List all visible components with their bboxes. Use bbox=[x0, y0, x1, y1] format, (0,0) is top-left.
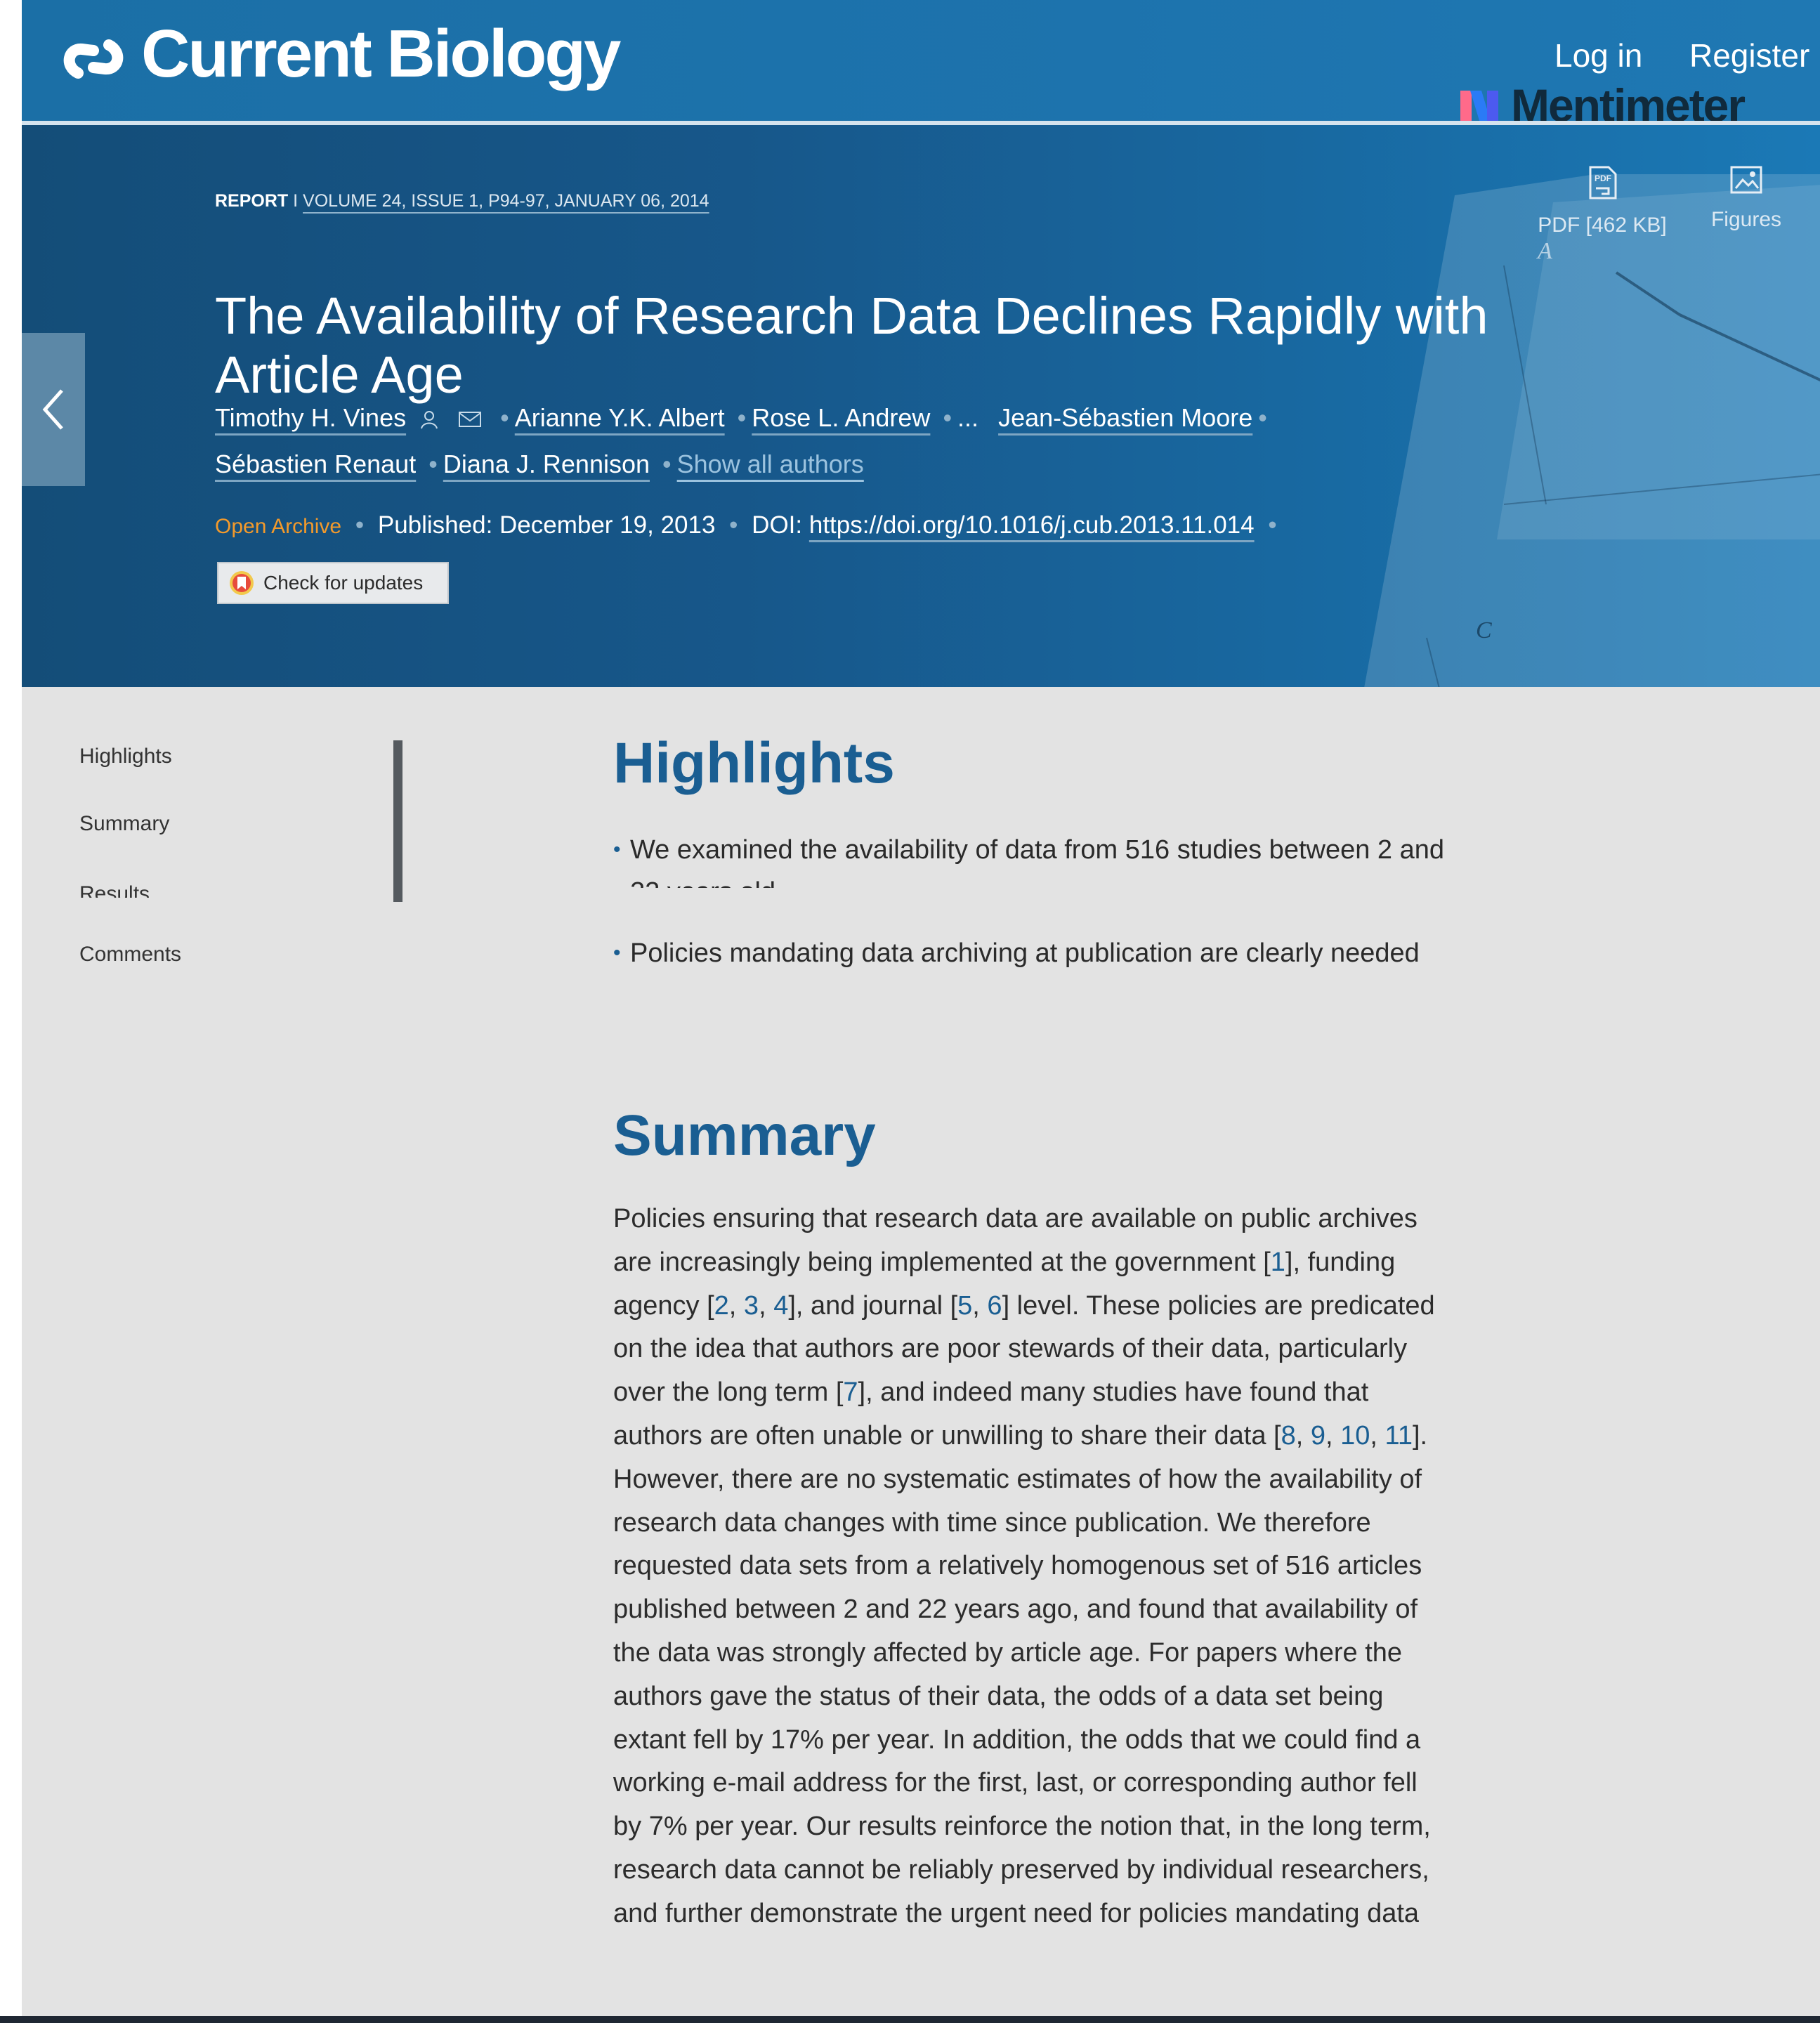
reference-link[interactable]: 1 bbox=[1271, 1248, 1285, 1277]
reference-link[interactable]: 10 bbox=[1340, 1421, 1370, 1451]
reference-link[interactable]: 4 bbox=[773, 1291, 788, 1321]
show-all-authors-link[interactable]: Show all authors bbox=[677, 450, 864, 478]
previous-article-button[interactable] bbox=[22, 333, 85, 486]
pdf-download-button[interactable]: PDF PDF [462 KB] bbox=[1525, 164, 1680, 237]
current-biology-logo-icon[interactable] bbox=[58, 24, 129, 94]
author-separator: • bbox=[1258, 403, 1267, 432]
article-banner: A C REPORT I VOLUME 24, ISSUE 1, P94-97,… bbox=[22, 125, 1820, 687]
author-separator: • bbox=[428, 450, 438, 478]
volume-info-link[interactable]: VOLUME 24, ISSUE 1, P94-97, JANUARY 06, … bbox=[303, 191, 709, 211]
doi-link[interactable]: https://doi.org/10.1016/j.cub.2013.11.01… bbox=[809, 511, 1255, 539]
summary-heading: Summary bbox=[613, 1104, 876, 1167]
author-separator: • bbox=[500, 403, 509, 432]
published-date: Published: December 19, 2013 bbox=[377, 511, 716, 539]
toc-item-highlights[interactable]: Highlights bbox=[79, 745, 172, 768]
toc-item-summary[interactable]: Summary bbox=[79, 812, 169, 836]
toc-progress-indicator bbox=[393, 740, 402, 902]
highlights-heading: Highlights bbox=[613, 731, 895, 795]
open-archive-badge: Open Archive bbox=[215, 515, 342, 538]
article-title: The Availability of Research Data Declin… bbox=[215, 286, 1488, 404]
envelope-icon[interactable] bbox=[458, 410, 482, 428]
info-separator: • bbox=[729, 511, 738, 539]
publication-info: Open Archive • Published: December 19, 2… bbox=[215, 511, 1284, 539]
reference-link[interactable]: 2 bbox=[714, 1291, 729, 1321]
chevron-left-icon bbox=[42, 389, 63, 430]
login-link[interactable]: Log in bbox=[1554, 37, 1642, 74]
check-for-updates-label: Check for updates bbox=[263, 572, 424, 594]
bookmark-badge-icon bbox=[230, 571, 254, 595]
figures-label: Figures bbox=[1710, 208, 1782, 231]
author-link[interactable]: Arianne Y.K. Albert bbox=[515, 403, 725, 432]
toc-item-comments[interactable]: Comments bbox=[79, 943, 181, 967]
article-type: REPORT bbox=[215, 191, 289, 211]
reference-link[interactable]: 3 bbox=[744, 1291, 759, 1321]
pdf-file-icon: PDF bbox=[1589, 166, 1617, 199]
site-header: Current Biology Log in Register Mentimet… bbox=[22, 0, 1820, 131]
figure-background-graphic: A C bbox=[1364, 174, 1820, 687]
person-icon[interactable] bbox=[419, 409, 440, 430]
mentimeter-logo-icon bbox=[1460, 91, 1498, 123]
author-separator: • bbox=[662, 450, 672, 478]
summary-paragraph: Policies ensuring that research data are… bbox=[613, 1204, 1435, 1928]
author-list: Timothy H. Vines • Arianne Y.K. Albert • R… bbox=[215, 395, 1339, 487]
register-link[interactable]: Register bbox=[1689, 37, 1809, 74]
author-link[interactable]: Sébastien Renaut bbox=[215, 450, 416, 478]
author-link[interactable]: Jean-Sébastien Moore bbox=[998, 403, 1252, 432]
author-separator: • bbox=[737, 403, 747, 432]
svg-text:PDF: PDF bbox=[1595, 174, 1611, 183]
highlight-item: We examined the availability of data fro… bbox=[613, 829, 1456, 888]
meta-divider: I bbox=[293, 191, 299, 211]
author-link[interactable]: Rose L. Andrew bbox=[752, 403, 930, 432]
reference-link[interactable]: 11 bbox=[1385, 1421, 1413, 1451]
article-meta: REPORT I VOLUME 24, ISSUE 1, P94-97, JAN… bbox=[215, 191, 709, 211]
reference-link[interactable]: 8 bbox=[1281, 1421, 1296, 1451]
info-separator: • bbox=[1268, 511, 1277, 539]
journal-name[interactable]: Current Biology bbox=[141, 15, 621, 93]
figure-label-a: A bbox=[1536, 238, 1552, 264]
pdf-label: PDF [462 KB] bbox=[1538, 214, 1667, 237]
reference-link[interactable]: 6 bbox=[987, 1291, 1002, 1321]
figure-label-c: C bbox=[1476, 617, 1492, 643]
figures-button[interactable]: Figures bbox=[1687, 164, 1806, 232]
article-page: Current Biology Log in Register Mentimet… bbox=[22, 0, 1820, 2016]
author-link[interactable]: Diana J. Rennison bbox=[443, 450, 650, 478]
reference-link[interactable]: 9 bbox=[1311, 1421, 1325, 1451]
reference-link[interactable]: 5 bbox=[957, 1291, 972, 1321]
highlight-item: Policies mandating data archiving at pub… bbox=[613, 932, 1456, 974]
image-icon bbox=[1730, 166, 1762, 194]
author-separator: • bbox=[943, 403, 952, 432]
reference-link[interactable]: 7 bbox=[843, 1377, 858, 1407]
doi-label: DOI: bbox=[752, 511, 803, 539]
author-ellipsis: ... bbox=[957, 403, 979, 432]
author-link[interactable]: Timothy H. Vines bbox=[215, 403, 406, 432]
window-bottom-edge bbox=[0, 2016, 1820, 2023]
check-for-updates-button[interactable]: Check for updates bbox=[217, 562, 449, 604]
toc-item-results[interactable]: Results bbox=[79, 882, 150, 898]
info-separator: • bbox=[355, 511, 365, 539]
